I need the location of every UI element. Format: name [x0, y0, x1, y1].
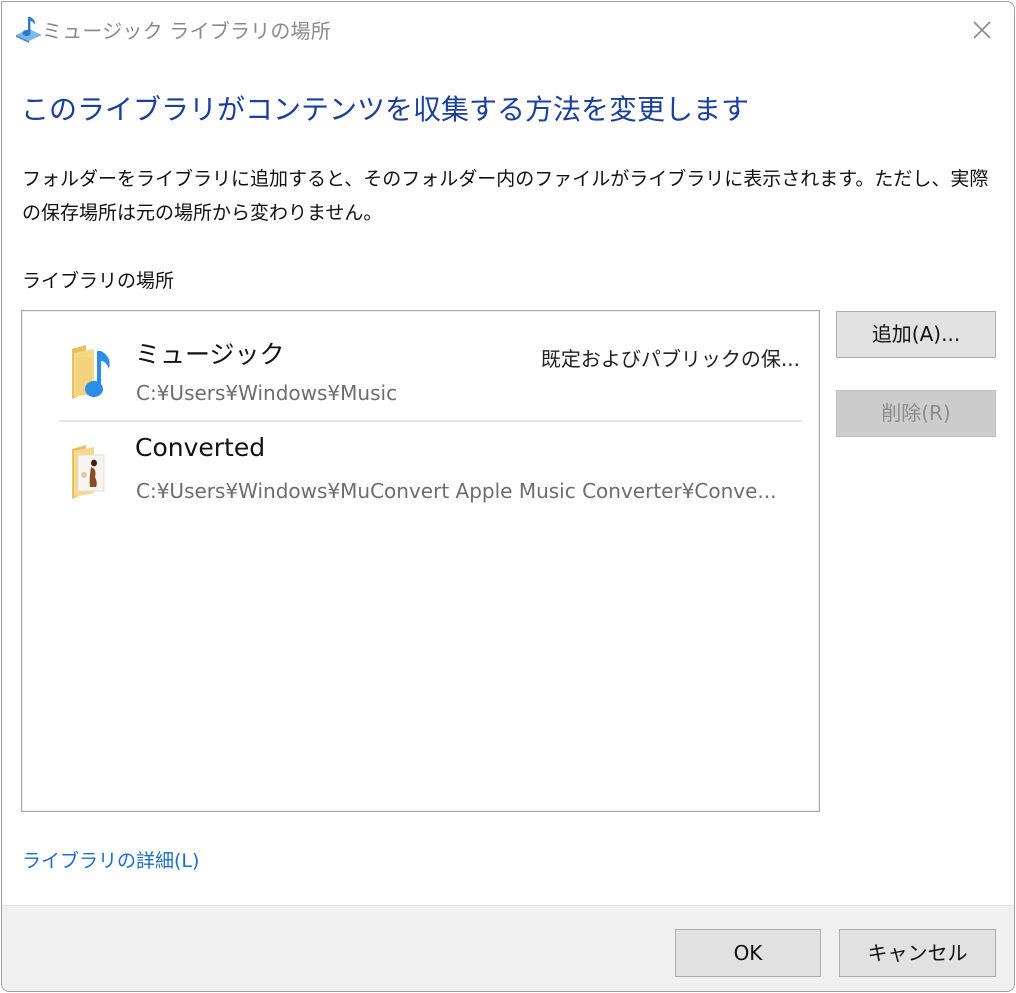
- add-button[interactable]: 追加(A)...: [836, 311, 996, 358]
- library-locations-label: ライブラリの場所: [22, 270, 175, 292]
- window-title: ミュージック ライブラリの場所: [42, 19, 331, 43]
- library-details-link[interactable]: ライブラリの詳細(L): [22, 846, 199, 873]
- location-status: 既定およびパブリックの保...: [540, 347, 800, 371]
- location-path: C:¥Users¥Windows¥Music: [136, 381, 398, 405]
- ok-button[interactable]: OK: [675, 929, 821, 977]
- cancel-button[interactable]: キャンセル: [839, 929, 996, 977]
- title-bar: ミュージック ライブラリの場所: [2, 2, 1014, 58]
- close-icon: [973, 21, 991, 39]
- dialog-footer: OK キャンセル: [2, 905, 1014, 991]
- library-locations-list[interactable]: ミュージック C:¥Users¥Windows¥Music 既定およびパブリック…: [21, 310, 820, 812]
- library-locations-dialog: ミュージック ライブラリの場所 このライブラリがコンテンツを収集する方法を変更し…: [1, 1, 1015, 992]
- location-name: Converted: [135, 433, 266, 462]
- list-item-converted[interactable]: Converted C:¥Users¥Windows¥MuConvert App…: [59, 423, 804, 519]
- album-art-folder-icon: [64, 441, 120, 501]
- location-name: ミュージック: [135, 340, 285, 369]
- remove-button[interactable]: 削除(R): [836, 390, 996, 437]
- close-button[interactable]: [960, 8, 1004, 52]
- description-text: フォルダーをライブラリに追加すると、そのフォルダー内のファイルがライブラリに表示…: [22, 168, 989, 224]
- page-heading: このライブラリがコンテンツを収集する方法を変更します: [21, 93, 750, 126]
- list-divider: [59, 420, 802, 422]
- location-path: C:¥Users¥Windows¥MuConvert Apple Music C…: [136, 479, 777, 503]
- music-folder-icon: [64, 343, 120, 403]
- music-library-icon: [14, 15, 44, 43]
- list-item-music[interactable]: ミュージック C:¥Users¥Windows¥Music 既定およびパブリック…: [59, 325, 804, 421]
